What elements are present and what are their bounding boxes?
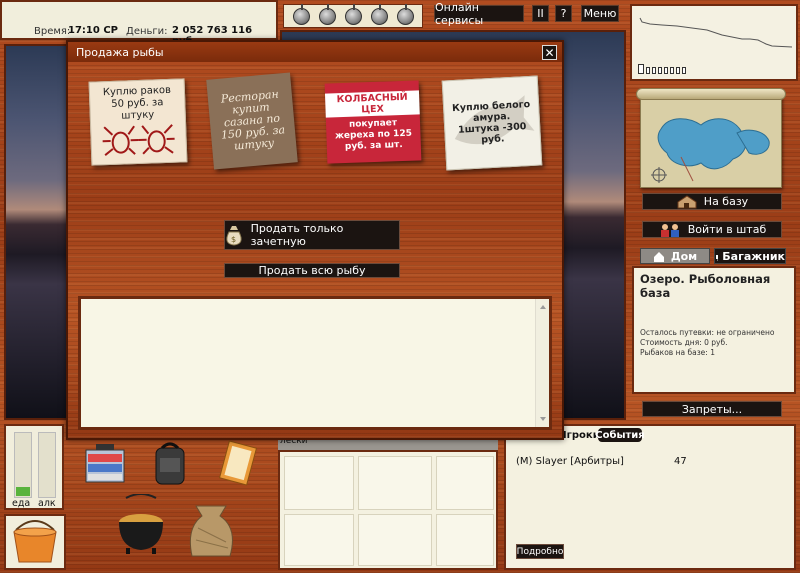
bait-slots [283,3,423,28]
log-scrollbar[interactable] [535,299,549,427]
battery-icon [638,64,686,74]
tab-events[interactable]: События [595,428,645,442]
bans-button[interactable]: Запреты... [642,401,782,417]
fishers-count: Рыбаков на базе: 1 [640,348,715,357]
status-meters: еда алк [4,424,64,510]
buyer-sign-white-amur[interactable]: Куплю белого амура. 1штука -300 руб. [441,75,543,171]
alcohol-label: алк [38,498,56,509]
bite-graph [639,17,793,48]
map-lake-icon [651,118,770,183]
buyer-sign-header: КОЛБАСНЫЙ ЦЕХ [324,90,420,118]
player-value: 47 [674,456,687,467]
buyer-sign-crayfish[interactable]: Куплю раков 50 руб. за штуку [88,78,188,166]
dialog-header: Продажа рыбы [68,42,562,62]
cauldron-icon[interactable] [116,493,166,556]
home-icon [653,251,664,262]
inventory-slot[interactable] [358,456,432,510]
buyer-sign-text: Ресторан купит сазана по 150 руб. за шту… [220,87,286,153]
details-button[interactable]: Подробно [516,544,564,559]
backpack-icon[interactable] [150,440,190,486]
scroll-arrows-icon [540,305,546,421]
sack-icon[interactable] [182,498,240,560]
online-services-button[interactable]: Онлайн сервисы [434,1,524,27]
svg-text:$: $ [231,235,236,244]
inventory-slot[interactable] [284,456,354,510]
tab-home-label: Дом [670,249,698,263]
tab-trunk-label: Багажник [722,249,785,263]
inventory-slot[interactable] [436,514,494,566]
food-label: еда [12,498,31,509]
bait-slot-icon[interactable] [292,3,310,25]
players-panel: Игроки События (M) Slayer [Арбитры] 47 П… [504,424,796,570]
dialog-title: Продажа рыбы [76,46,164,59]
location-info-panel: Озеро. Рыболовная база Осталось путевки:… [632,266,796,394]
time-label: Время: [34,26,71,37]
bite-graph-panel [630,4,798,81]
money-bag-icon: $ [226,226,242,246]
enter-hq-button[interactable]: Войти в штаб [642,221,782,238]
tab-trunk[interactable]: Багажник [714,248,786,264]
bait-slot-icon[interactable] [396,3,414,25]
map[interactable] [636,88,786,188]
sell-fish-dialog: Продажа рыбы ✕ Куплю раков 50 руб. за шт… [66,40,564,440]
day-cost: Стоимость дня: 0 руб. [640,338,728,347]
bait-slot-icon[interactable] [344,3,362,25]
to-base-label: На базу [703,195,749,208]
money-label: Деньги: [126,26,168,37]
alcohol-meter [38,432,56,498]
buyer-sign-text: Куплю раков 50 руб. за штуку [102,84,172,122]
to-base-button[interactable]: На базу [642,193,782,210]
status-panel: Время: 17:10 СР Деньги: 2 052 763 116 ру… [0,0,278,47]
sale-log-area[interactable] [78,296,552,430]
enter-hq-label: Войти в штаб [687,223,767,236]
buyer-sign-text: покупает жереха по 125 руб. за шт. [334,118,413,152]
menu-button[interactable]: Меню [581,5,619,22]
lake-view-left[interactable] [4,44,70,420]
bait-slot-icon[interactable] [318,3,336,25]
food-meter [14,432,32,498]
fish-bucket[interactable] [4,514,66,570]
tab-players[interactable]: Игроки [558,428,599,442]
close-icon: ✕ [544,45,555,60]
buyer-sign-text: Куплю белого амура. 1штука -300 руб. [451,98,531,146]
help-button[interactable]: ? [555,5,572,22]
tab-home[interactable]: Дом [640,248,710,264]
buyer-sign-sausage-shop[interactable]: КОЛБАСНЫЙ ЦЕХ покупает жереха по 125 руб… [324,80,422,164]
crayfish-icon [102,124,175,156]
car-icon [716,254,719,261]
notebook-icon[interactable] [212,440,260,488]
inventory-slot[interactable] [358,514,432,566]
time-value: 17:10 СР [68,25,118,36]
house-icon [677,194,697,208]
inventory-slot[interactable] [436,456,494,510]
sell-credited-label: Продать только зачетную [250,222,344,248]
tackle-box-icon[interactable] [82,440,128,486]
player-name[interactable]: (M) Slayer [Арбитры] [516,456,624,467]
people-icon [660,223,679,237]
sell-all-button[interactable]: Продать всю рыбу [224,263,400,278]
inventory-slot[interactable] [284,514,354,566]
location-title: Озеро. Рыболовная база [640,272,771,300]
permit-info: Осталось путевки: не ограничено [640,328,775,337]
inventory-grid [278,450,498,570]
close-button[interactable]: ✕ [542,45,557,60]
sell-credited-button[interactable]: $ Продать только зачетную [224,220,400,250]
buyer-sign-restaurant[interactable]: Ресторан купит сазана по 150 руб. за шту… [206,72,298,170]
bait-slot-icon[interactable] [370,3,388,25]
pause-button[interactable]: II [532,5,549,22]
bucket-icon [13,520,57,563]
